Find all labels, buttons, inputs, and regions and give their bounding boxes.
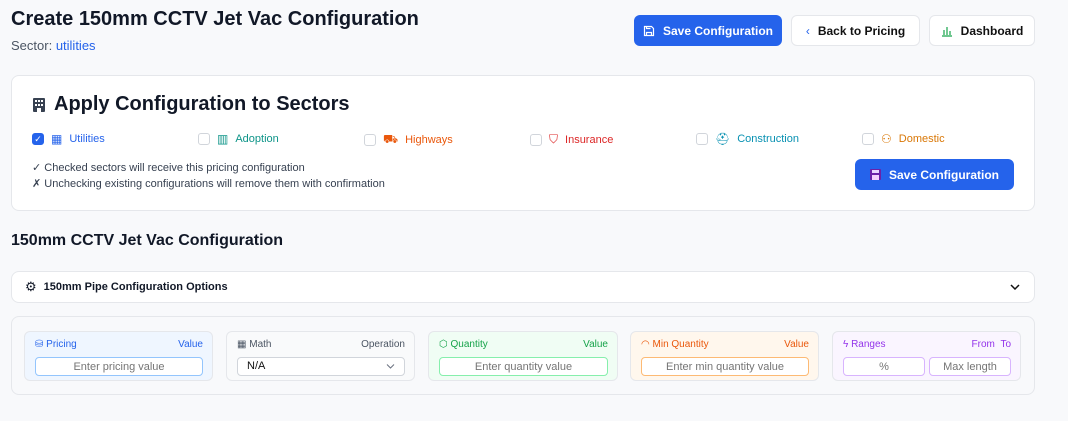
pipe-config-accordion[interactable]: ⚙ 150mm Pipe Configuration Options — [11, 271, 1035, 303]
min-quantity-input[interactable] — [641, 357, 809, 376]
pricing-input[interactable] — [35, 357, 203, 376]
back-to-pricing-button[interactable]: ‹ Back to Pricing — [791, 15, 920, 46]
zap-icon: ϟ — [843, 339, 849, 350]
sector-label: Utilities — [69, 133, 105, 145]
shield-icon: ⛉ — [549, 132, 559, 146]
truck-icon: ⛟ — [383, 132, 399, 146]
page-title: Create 150mm CCTV Jet Vac Configuration — [11, 8, 419, 30]
math-operation-select[interactable]: N/A — [237, 357, 405, 376]
users-icon: ⚇ — [881, 132, 892, 146]
building-icon — [33, 97, 45, 112]
package-icon: ⬡ — [439, 339, 448, 350]
math-card: ▦ Math Operation N/A — [226, 331, 415, 381]
range-to-input[interactable] — [929, 357, 1011, 376]
gear-icon: ⚙ — [25, 279, 37, 294]
pricing-card: ⛁ Pricing Value — [24, 331, 213, 381]
sector-label: Highways — [405, 134, 453, 146]
note-checked: ✓ Checked sectors will receive this pric… — [32, 162, 305, 174]
buildings-icon: ▥ — [217, 132, 229, 146]
save-configuration-button[interactable]: Save Configuration — [634, 15, 782, 46]
sector-checkbox-insurance[interactable]: ⛉ Insurance — [530, 132, 613, 147]
checkbox[interactable] — [530, 133, 542, 146]
floppy-disk-icon — [869, 169, 881, 180]
sector-checkbox-utilities[interactable]: ✓ ▦ Utilities — [32, 132, 105, 146]
calculator-icon: ▦ — [237, 339, 247, 350]
checkbox[interactable] — [696, 133, 708, 145]
quantity-input[interactable] — [439, 357, 608, 376]
chevron-down-icon — [1010, 284, 1020, 290]
sector-label: Insurance — [565, 133, 614, 146]
note-unchecked: ✗ Unchecking existing configurations wil… — [32, 178, 385, 190]
checkbox[interactable] — [364, 134, 376, 146]
save-icon — [643, 25, 655, 36]
chevron-down-icon — [386, 364, 395, 369]
sector-info: Sector: utilities — [11, 38, 96, 53]
quantity-card: ⬡ Quantity Value — [428, 331, 618, 381]
coins-icon: ⛁ — [35, 339, 44, 350]
checkbox[interactable]: ✓ — [32, 133, 44, 145]
ranges-card: ϟ Ranges From To — [832, 331, 1021, 381]
building-icon: ▦ — [51, 132, 63, 146]
sector-checkbox-adoption[interactable]: ▥ Adoption — [198, 132, 279, 146]
sectors-card-header: Apply Configuration to Sectors — [32, 93, 350, 116]
sector-label: Construction — [737, 133, 799, 145]
sector-checkbox-construction[interactable]: ⛑ Construction — [696, 132, 799, 146]
gauge-icon: ◠ — [641, 339, 650, 350]
range-from-input[interactable] — [843, 357, 925, 376]
sector-checkbox-domestic[interactable]: ⚇ Domestic — [862, 132, 945, 146]
sector-label: Domestic — [898, 133, 945, 145]
sector-label: Adoption — [235, 133, 279, 145]
checkbox[interactable] — [198, 133, 210, 145]
checkbox[interactable] — [862, 133, 874, 145]
chevron-left-icon: ‹ — [805, 23, 810, 38]
dashboard-button[interactable]: Dashboard — [929, 15, 1035, 46]
sector-value[interactable]: utilities — [56, 38, 96, 53]
sector-checkbox-highways[interactable]: ⛟ Highways — [364, 132, 453, 148]
hard-hat-icon: ⛑ — [715, 132, 731, 146]
bar-chart-icon — [941, 26, 952, 37]
section-title: 150mm CCTV Jet Vac Configuration — [11, 232, 284, 249]
min-quantity-card: ◠ Min Quantity Value — [630, 331, 819, 381]
apply-save-configuration-button[interactable]: Save Configuration — [855, 159, 1014, 190]
